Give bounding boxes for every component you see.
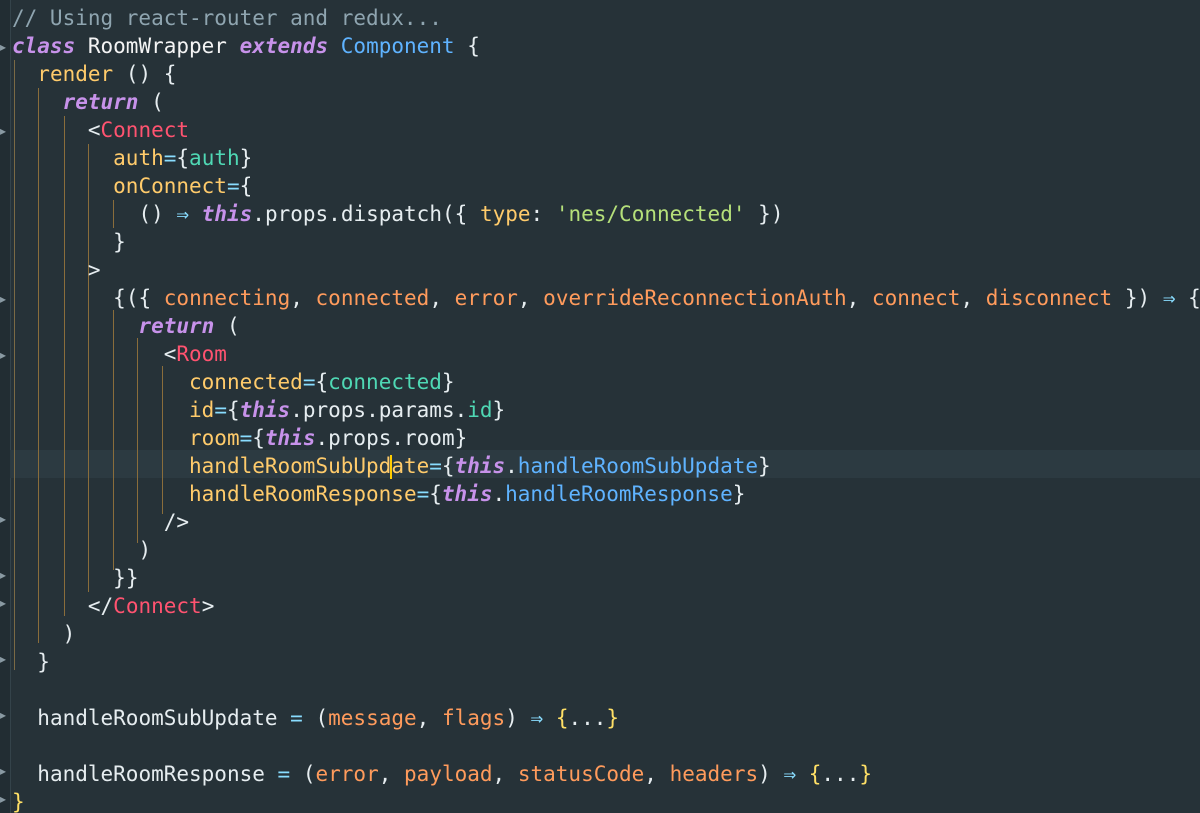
fold-arrow-icon[interactable]: ▸ <box>0 40 8 54</box>
code-line[interactable]: ) <box>12 536 151 564</box>
code-line[interactable]: <Connect <box>12 116 189 144</box>
code-line[interactable]: return ( <box>12 88 164 116</box>
code-line[interactable]: <Room <box>12 340 227 368</box>
fold-arrow-icon[interactable]: ▸ <box>0 708 8 722</box>
code-line[interactable]: {({ connecting, connected, error, overri… <box>12 284 1200 312</box>
code-line[interactable]: handleRoomSubUpdate = (message, flags) ⇒… <box>12 704 619 732</box>
fold-arrow-icon[interactable]: ▸ <box>0 348 8 362</box>
code-line[interactable]: </Connect> <box>12 592 214 620</box>
code-line[interactable]: room={this.props.room} <box>12 424 467 452</box>
code-line[interactable]: class RoomWrapper extends Component { <box>12 32 480 60</box>
editor-gutter[interactable] <box>0 0 11 813</box>
code-line[interactable]: id={this.props.params.id} <box>12 396 505 424</box>
code-line[interactable]: render () { <box>12 60 176 88</box>
code-line[interactable]: ) <box>12 620 76 648</box>
code-line[interactable]: connected={connected} <box>12 368 455 396</box>
code-line[interactable]: onConnect={ <box>12 172 252 200</box>
text-cursor <box>390 455 393 479</box>
code-line[interactable]: }} <box>12 564 138 592</box>
code-editor[interactable]: ▸ ▸ ▸ ▸ ▸ ▸ ▸ ▸ ▸ ▸ ▸ // Using react-rou… <box>0 0 1200 813</box>
fold-arrow-icon[interactable]: ▸ <box>0 292 8 306</box>
code-line[interactable]: } <box>12 228 126 256</box>
code-line[interactable]: auth={auth} <box>12 144 252 172</box>
code-line[interactable]: // Using react-router and redux... <box>12 4 442 32</box>
code-line[interactable]: handleRoomSubUpdate={this.handleRoomSubU… <box>12 452 771 480</box>
fold-arrow-icon[interactable]: ▸ <box>0 792 8 806</box>
fold-arrow-icon[interactable]: ▸ <box>0 124 8 138</box>
fold-arrow-icon[interactable]: ▸ <box>0 568 8 582</box>
code-line[interactable]: handleRoomResponse={this.handleRoomRespo… <box>12 480 745 508</box>
code-line[interactable]: > <box>12 256 101 284</box>
code-line[interactable]: () ⇒ this.props.dispatch({ type: 'nes/Co… <box>12 200 783 228</box>
fold-arrow-icon[interactable]: ▸ <box>0 764 8 778</box>
code-line[interactable]: } <box>12 788 25 813</box>
code-line[interactable]: return ( <box>12 312 239 340</box>
code-line[interactable]: handleRoomResponse = (error, payload, st… <box>12 760 872 788</box>
fold-arrow-icon[interactable]: ▸ <box>0 596 8 610</box>
code-line[interactable]: /> <box>12 508 189 536</box>
fold-arrow-icon[interactable]: ▸ <box>0 652 8 666</box>
fold-arrow-icon[interactable]: ▸ <box>0 512 8 526</box>
code-line[interactable]: } <box>12 648 50 676</box>
